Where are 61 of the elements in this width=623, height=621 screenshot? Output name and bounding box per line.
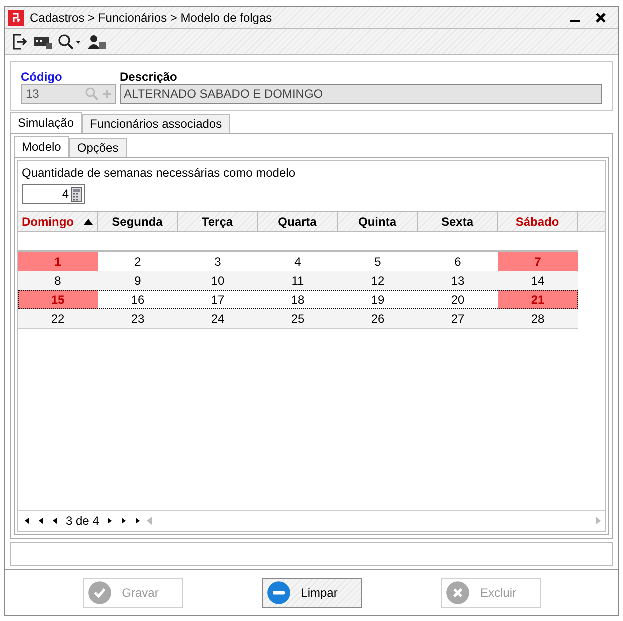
table-cell-text: 17 <box>210 292 226 308</box>
search-dropdown-icon[interactable] <box>58 34 82 50</box>
table-cell-text: 18 <box>290 292 306 308</box>
table-cell-text: 23 <box>130 310 146 328</box>
column-header[interactable]: Terça <box>178 212 258 231</box>
weeks-label: Quantidade de semanas necessárias como modelo <box>22 165 296 182</box>
table-cell-text: 8 <box>54 272 62 290</box>
table-row[interactable]: 8 9 10 11 12 13 14 <box>18 271 578 290</box>
table-cell-text: 10 <box>210 272 226 290</box>
table-cell-text: 16 <box>130 292 146 308</box>
clear-button[interactable]: Limpar <box>262 578 362 608</box>
minus-icon <box>266 580 290 604</box>
table-cell: 7 <box>498 252 578 271</box>
table-cell-text: 3 <box>214 254 222 270</box>
tab[interactable]: Funcionários associados <box>82 114 230 133</box>
table-cell: 1 <box>18 252 98 271</box>
close-icon[interactable] <box>595 12 607 24</box>
column-header[interactable]: Segunda <box>98 212 178 231</box>
tab[interactable]: Simulação <box>10 112 82 133</box>
description-field[interactable]: ALTERNADO SABADO E DOMINGO <box>120 84 602 104</box>
table-cell: 21 <box>498 290 578 309</box>
table-cell-text: 24 <box>210 310 226 328</box>
user-icon[interactable] <box>88 34 106 50</box>
table-cell-text: 26 <box>370 310 386 328</box>
x-circle-icon <box>446 580 470 604</box>
code-label: Código <box>21 70 64 84</box>
table-cell-text: 11 <box>290 272 306 290</box>
table-cell-text: 25 <box>290 310 306 328</box>
column-header[interactable]: Domingo <box>18 212 98 231</box>
column-header[interactable]: Quarta <box>258 212 338 231</box>
column-header[interactable]: Sábado <box>498 212 578 231</box>
table-cell: 15 <box>18 290 98 309</box>
table-cell-text: 27 <box>450 310 466 328</box>
description-label: Descrição <box>120 70 178 84</box>
table-cell-text: 12 <box>370 272 386 290</box>
table-cell-text: 28 <box>530 310 546 328</box>
table-cell-text: 13 <box>450 272 466 290</box>
tab[interactable]: Opções <box>69 138 127 157</box>
page-indicator: 3 de 4 <box>66 512 100 530</box>
table-row[interactable]: 22 23 24 25 26 27 28 <box>18 309 578 328</box>
column-header[interactable]: Quinta <box>338 212 418 231</box>
window-title: Cadastros > Funcionários > Modelo de folgas <box>30 10 274 26</box>
table-cell-text: 20 <box>450 292 466 308</box>
exit-icon[interactable] <box>12 34 28 50</box>
table-cell-text: 9 <box>134 272 142 290</box>
table-cell-text: 22 <box>50 310 66 328</box>
table-cell-text: 6 <box>454 254 462 270</box>
column-header[interactable]: Sexta <box>418 212 498 231</box>
weeks-field[interactable]: 4 <box>22 184 85 204</box>
table-cell-text: 5 <box>374 254 382 270</box>
table-cell-text: 19 <box>370 292 386 308</box>
table-cell-text: 2 <box>134 254 142 270</box>
table-row[interactable]: 15 16 17 18 19 20 21 <box>18 290 578 309</box>
tab[interactable]: Modelo <box>14 136 70 157</box>
calculator-icon[interactable] <box>71 186 82 202</box>
table-cell-text: 14 <box>530 272 546 290</box>
app-logo-icon <box>8 10 24 26</box>
table-cell-text: 4 <box>294 254 302 270</box>
sort-up-icon <box>84 218 93 224</box>
check-icon <box>88 580 112 604</box>
table-row[interactable]: 1 2 3 4 5 6 7 <box>18 252 578 271</box>
